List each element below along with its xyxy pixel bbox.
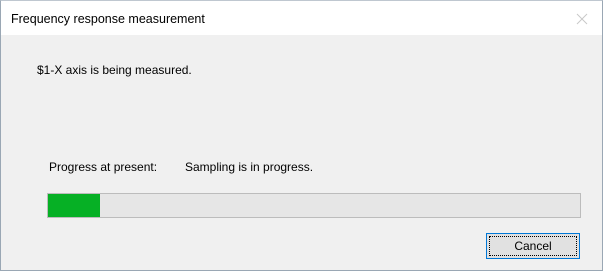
close-icon xyxy=(576,13,588,25)
dialog-content: $1-X axis is being measured. Progress at… xyxy=(1,35,602,270)
progress-status-text: Sampling is in progress. xyxy=(185,160,314,174)
measurement-dialog: Frequency response measurement $1-X axis… xyxy=(0,0,603,271)
progress-label: Progress at present: xyxy=(49,160,158,174)
progress-bar xyxy=(47,193,581,218)
cancel-button-label: Cancel xyxy=(489,236,577,256)
window-title: Frequency response measurement xyxy=(11,12,205,26)
title-bar[interactable]: Frequency response measurement xyxy=(1,1,602,35)
measurement-message: $1-X axis is being measured. xyxy=(37,63,192,77)
progress-bar-fill xyxy=(48,194,100,217)
cancel-button[interactable]: Cancel xyxy=(486,233,580,259)
close-button[interactable] xyxy=(562,1,602,35)
